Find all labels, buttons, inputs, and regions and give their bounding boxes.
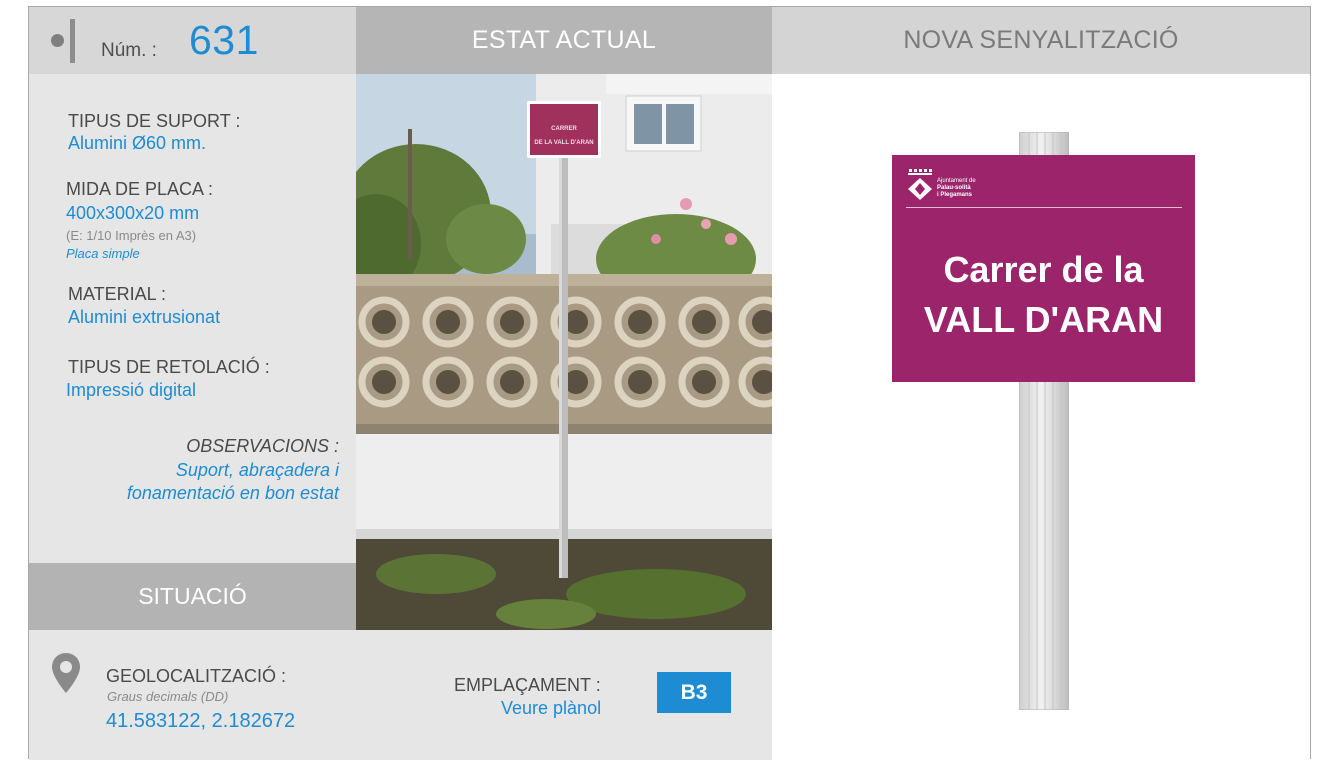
info-panel: TIPUS DE SUPORT : Alumini Ø60 mm. MIDA D… (29, 74, 356, 563)
current-state-header: ESTAT ACTUAL (356, 7, 772, 74)
placement-code-badge[interactable]: B3 (657, 672, 731, 713)
logo-line-1: Ajuntament de (937, 178, 976, 184)
location-header: SITUACIÓ (29, 563, 356, 630)
number-label: Núm. : (101, 40, 157, 61)
logo-line-3: i Plegamans (937, 192, 973, 198)
new-signage-header: NOVA SENYALITZACIÓ (772, 7, 1310, 74)
current-state-photo: CARRER DE LA VALL D'ARAN (356, 74, 772, 630)
municipality-logo-text: Ajuntament de Palau-solità i Plegamans (937, 178, 976, 199)
map-pin-icon (52, 653, 80, 693)
plate-size-label: MIDA DE PLACA : (66, 179, 214, 199)
support-type-label: TIPUS DE SUPORT : (68, 111, 241, 131)
support-type-value: Alumini Ø60 mm. (68, 133, 207, 153)
coat-of-arms-icon (908, 169, 932, 200)
plate-divider (906, 207, 1182, 208)
signage-sheet: Núm. : 631 ESTAT ACTUAL NOVA SENYALITZAC… (28, 6, 1311, 760)
number-value: 631 (189, 17, 259, 63)
vertical-bar-icon (70, 19, 75, 63)
new-sign-line-1: Carrer de la (943, 249, 1144, 290)
new-sign-line-2: VALL D'ARAN (923, 299, 1164, 340)
material-value: Alumini extrusionat (68, 307, 221, 327)
new-signage-title: NOVA SENYALITZACIÓ (903, 26, 1179, 54)
plate-scale-note: (E: 1/10 Imprès en A3) (66, 228, 197, 243)
bullet-dot-icon (51, 34, 64, 47)
lettering-type-value: Impressió digital (66, 380, 197, 400)
placement-label: EMPLAÇAMENT : (454, 675, 601, 695)
observations-line-1: Suport, abraçadera i (175, 460, 339, 480)
old-sign-line-1: CARRER (551, 126, 577, 132)
current-state-title: ESTAT ACTUAL (471, 26, 657, 54)
plate-type-note: Placa simple (66, 246, 140, 261)
new-sign-text: Carrer de la VALL D'ARAN (892, 245, 1195, 345)
placement-link[interactable]: Veure plànol (501, 698, 601, 719)
plate-size-value: 400x300x20 mm (66, 203, 200, 223)
geolocation-format: Graus decimals (DD) (107, 689, 229, 704)
new-sign-plate: Ajuntament de Palau-solità i Plegamans C… (892, 155, 1195, 382)
old-sign-line-2: DE LA VALL D'ARAN (534, 140, 594, 146)
material-label: MATERIAL : (68, 284, 167, 304)
number-header: Núm. : 631 (29, 7, 356, 74)
observations-label: OBSERVACIONS : (186, 436, 339, 456)
observations-line-2: fonamentació en bon estat (126, 483, 339, 503)
geolocation-label: GEOLOCALITZACIÓ : (106, 666, 287, 686)
location-title: SITUACIÓ (138, 583, 247, 609)
lettering-type-label: TIPUS DE RETOLACIÓ : (68, 357, 270, 377)
geolocation-coords: 41.583122, 2.182672 (106, 710, 296, 732)
logo-line-2: Palau-solità (937, 185, 971, 191)
